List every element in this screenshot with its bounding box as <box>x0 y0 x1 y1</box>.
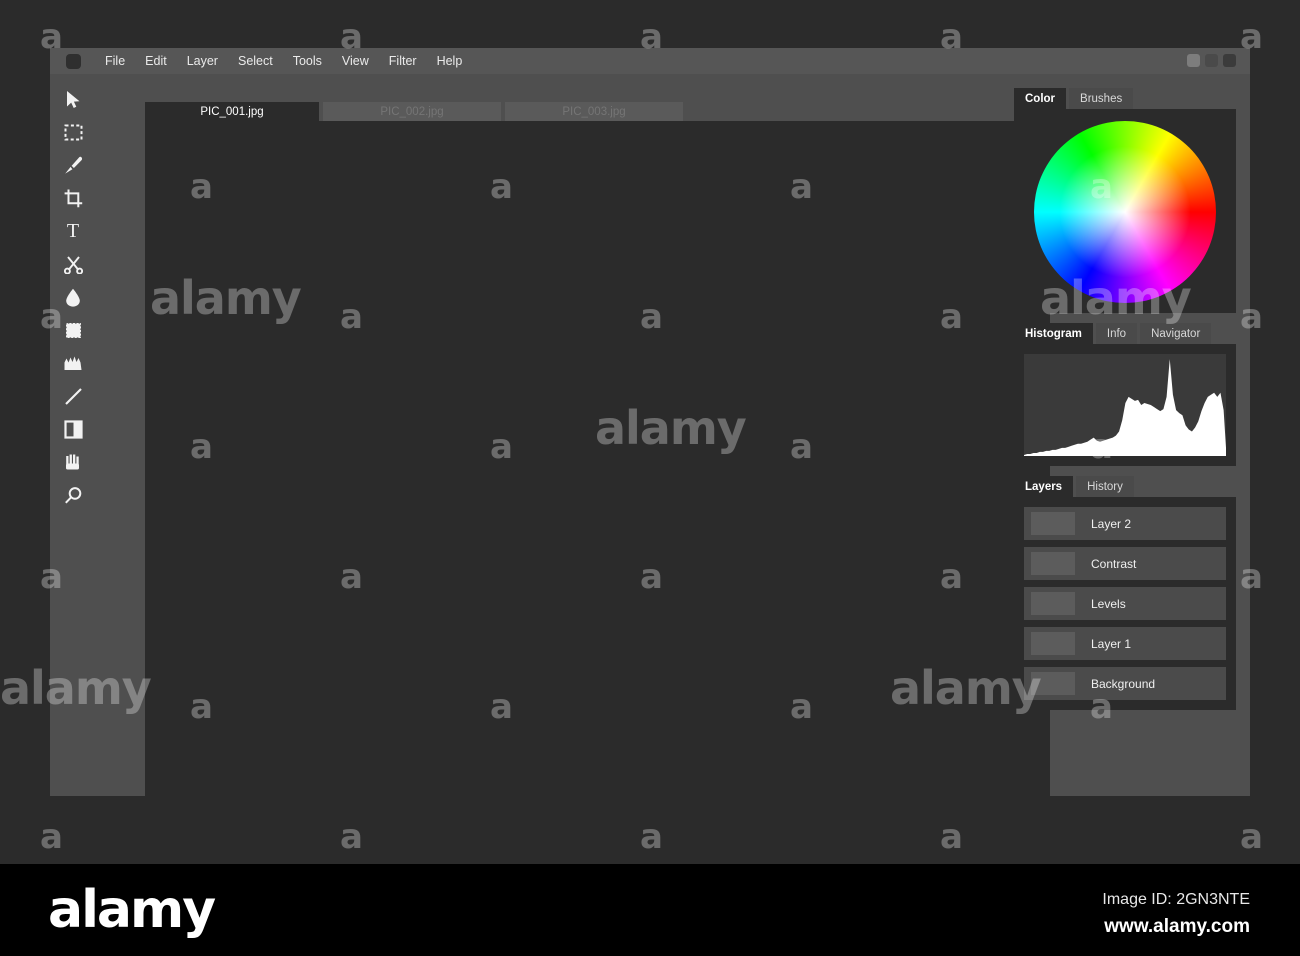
crop-icon <box>64 189 82 207</box>
smudge-icon <box>64 356 82 370</box>
watermark-letter: a <box>940 817 963 857</box>
line-tool[interactable] <box>60 385 86 407</box>
layers-panel-body: Layer 2 Contrast Levels Layer 1 Backgrou… <box>1014 497 1236 710</box>
menu-item-file[interactable]: File <box>95 51 135 71</box>
menu-bar: File Edit Layer Select Tools View Filter… <box>50 48 1250 74</box>
watermark-letter: a <box>340 817 363 857</box>
layer-thumbnail <box>1031 632 1075 655</box>
zoom-tool[interactable] <box>60 484 86 506</box>
layer-thumbnail <box>1031 592 1075 615</box>
layer-name: Layer 1 <box>1091 636 1132 651</box>
panel-column: Color Brushes Histogram Info Navigator L… <box>1014 88 1236 720</box>
diagonal-line-icon <box>64 387 82 405</box>
table-row[interactable]: Layer 2 <box>1024 507 1226 540</box>
table-row[interactable]: Background <box>1024 667 1226 700</box>
alamy-image-id: Image ID: 2GN3NTE <box>1102 891 1250 908</box>
brush-tool[interactable] <box>60 154 86 176</box>
menu-item-view[interactable]: View <box>332 51 379 71</box>
cursor-arrow-icon <box>66 90 79 108</box>
text-t-icon: T <box>66 220 80 242</box>
pattern-stamp-tool[interactable] <box>60 319 86 341</box>
color-panel: Color Brushes <box>1014 88 1236 313</box>
half-filled-square-icon <box>63 419 83 439</box>
maximize-button[interactable] <box>1205 54 1218 67</box>
watermark-letter: a <box>640 817 663 857</box>
layer-thumbnail <box>1031 672 1075 695</box>
layer-name: Background <box>1091 676 1156 691</box>
watermark-letter: a <box>40 817 63 857</box>
tab-color[interactable]: Color <box>1014 88 1067 109</box>
document-tab-bar: PIC_001.jpg PIC_002.jpg PIC_003.jpg <box>145 102 683 121</box>
table-row[interactable]: Contrast <box>1024 547 1226 580</box>
color-panel-tabs: Color Brushes <box>1014 88 1236 109</box>
document-tab-pic-003[interactable]: PIC_003.jpg <box>505 102 683 121</box>
layers-panel: Layers History Layer 2 Contrast Levels L… <box>1014 476 1236 710</box>
alamy-logo: alamy <box>48 880 216 940</box>
tab-brushes[interactable]: Brushes <box>1069 88 1134 109</box>
scissors-icon <box>63 255 83 274</box>
menu-item-edit[interactable]: Edit <box>135 51 177 71</box>
histogram-chart <box>1024 354 1226 456</box>
menu-item-filter[interactable]: Filter <box>379 51 427 71</box>
crop-tool[interactable] <box>60 187 86 209</box>
menu-item-select[interactable]: Select <box>228 51 283 71</box>
marquee-select-tool[interactable] <box>60 121 86 143</box>
toolbox: T <box>58 88 88 506</box>
application-window: File Edit Layer Select Tools View Filter… <box>50 48 1250 811</box>
paintbrush-icon <box>64 156 82 174</box>
minimize-button[interactable] <box>1187 54 1200 67</box>
layer-thumbnail <box>1031 512 1075 535</box>
histogram-plot <box>1024 359 1226 456</box>
color-wheel[interactable] <box>1034 121 1216 303</box>
layer-name: Layer 2 <box>1091 516 1132 531</box>
tab-history[interactable]: History <box>1076 476 1134 497</box>
color-panel-body <box>1014 109 1236 313</box>
hand-icon <box>66 454 79 470</box>
watermark-letter: a <box>1240 817 1263 857</box>
histogram-panel-body <box>1014 344 1236 466</box>
hand-tool[interactable] <box>60 451 86 473</box>
tab-info[interactable]: Info <box>1095 323 1138 344</box>
tab-layers[interactable]: Layers <box>1014 476 1074 497</box>
tab-histogram[interactable]: Histogram <box>1014 323 1093 344</box>
close-button[interactable] <box>1223 54 1236 67</box>
menu-item-layer[interactable]: Layer <box>177 51 228 71</box>
dashed-rectangle-icon <box>64 124 82 140</box>
layer-name: Levels <box>1091 596 1126 611</box>
dotted-square-icon <box>64 321 82 339</box>
layer-name: Contrast <box>1091 556 1137 571</box>
menu-item-tools[interactable]: Tools <box>283 51 332 71</box>
smudge-tool[interactable] <box>60 352 86 374</box>
magnifier-icon <box>64 486 81 503</box>
document-tab-pic-002[interactable]: PIC_002.jpg <box>323 102 501 121</box>
image-canvas[interactable] <box>145 121 1050 811</box>
menu-item-help[interactable]: Help <box>427 51 473 71</box>
layer-thumbnail <box>1031 552 1075 575</box>
table-row[interactable]: Layer 1 <box>1024 627 1226 660</box>
app-dot-icon <box>66 53 81 69</box>
document-tab-pic-001[interactable]: PIC_001.jpg <box>145 102 319 121</box>
water-droplet-icon <box>66 288 80 307</box>
move-tool[interactable] <box>60 88 86 110</box>
table-row[interactable]: Levels <box>1024 587 1226 620</box>
text-tool[interactable]: T <box>60 220 86 242</box>
scissors-tool[interactable] <box>60 253 86 275</box>
alamy-url: www.alamy.com <box>1104 916 1250 937</box>
alamy-footer-bar: alamy Image ID: 2GN3NTE www.alamy.com <box>0 864 1300 956</box>
blur-droplet-tool[interactable] <box>60 286 86 308</box>
window-controls <box>1187 54 1236 67</box>
gradient-tool[interactable] <box>60 418 86 440</box>
histogram-panel: Histogram Info Navigator <box>1014 323 1236 466</box>
layers-panel-tabs: Layers History <box>1014 476 1236 497</box>
tab-navigator[interactable]: Navigator <box>1140 323 1212 344</box>
histogram-panel-tabs: Histogram Info Navigator <box>1014 323 1236 344</box>
